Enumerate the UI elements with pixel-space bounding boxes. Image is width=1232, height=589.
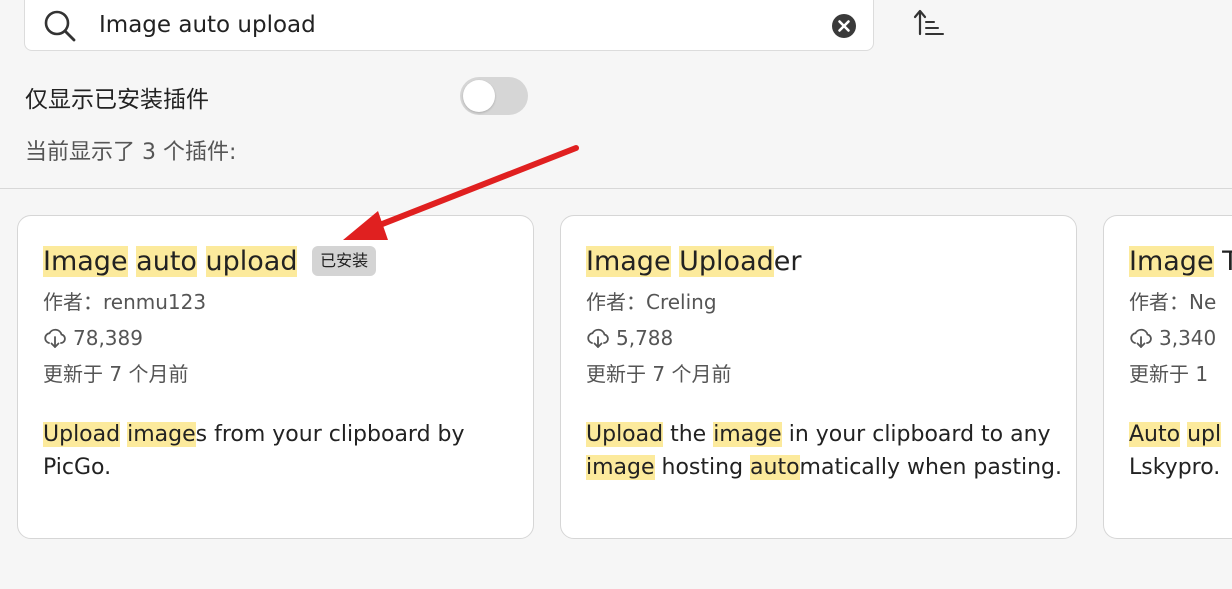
desc-part: auto — [750, 455, 800, 480]
title-part — [197, 246, 206, 277]
plugin-description: Upload the image in your clipboard to an… — [586, 418, 1066, 484]
installed-badge: 已安装 — [312, 246, 377, 276]
plugin-downloads: 78,389 — [43, 320, 523, 356]
results-count: 当前显示了 3 个插件: — [25, 140, 237, 165]
search-box[interactable] — [24, 0, 874, 51]
desc-part: Upload — [586, 422, 664, 447]
plugin-updated: 更新于 7 个月前 — [43, 362, 189, 386]
title-part: T — [1214, 246, 1232, 277]
title-part — [671, 246, 680, 277]
plugin-updated: 更新于 7 个月前 — [586, 362, 732, 386]
search-input[interactable] — [99, 5, 799, 45]
clear-icon[interactable] — [831, 13, 857, 39]
title-part: Image — [43, 246, 128, 277]
plugin-description: Upload images from your clipboard by Pic… — [43, 418, 523, 484]
desc-part: Lskypro. — [1129, 455, 1221, 480]
title-part: Image — [1129, 246, 1214, 277]
desc-part: hosting — [654, 455, 751, 480]
desc-part: Auto — [1129, 422, 1181, 447]
plugin-downloads: 5,788 — [586, 320, 1066, 356]
desc-part: image — [713, 422, 782, 447]
download-count: 5,788 — [616, 326, 674, 350]
download-cloud-icon — [587, 328, 609, 348]
download-count: 3,340 — [1159, 326, 1217, 350]
desc-part: in your clipboard to any — [781, 422, 1051, 447]
desc-part: the — [663, 422, 714, 447]
desc-part: image — [586, 455, 655, 480]
desc-part: matically when pasting. — [799, 455, 1062, 480]
toggle-knob — [463, 80, 495, 112]
desc-part: Upload — [43, 422, 121, 447]
title-part: upload — [205, 246, 298, 277]
desc-part: upl — [1187, 422, 1222, 447]
desc-part: image — [127, 422, 196, 447]
plugin-title: Image Uploader — [586, 240, 1066, 284]
plugin-card[interactable]: Image Uploader 作者：Creling 5,788 更新于 7 个月… — [560, 215, 1077, 539]
title-part: Upload — [679, 246, 774, 277]
download-cloud-icon — [44, 328, 66, 348]
plugin-card[interactable]: Image T 作者：Ne 3,340 更新于 1 Auto upl Lskyp… — [1103, 215, 1232, 539]
plugin-card[interactable]: Image auto upload 已安装 作者：renmu123 78,389… — [17, 215, 534, 539]
title-part: er — [773, 246, 802, 277]
title-part: Image — [586, 246, 671, 277]
title-part — [128, 246, 137, 277]
title-part: auto — [136, 246, 197, 277]
plugin-author: 作者：Ne — [1129, 290, 1217, 314]
divider — [0, 188, 1232, 189]
plugin-author: 作者：Creling — [586, 290, 717, 314]
installed-only-label: 仅显示已安装插件 — [25, 87, 209, 113]
plugin-title: Image auto upload 已安装 — [43, 240, 523, 284]
installed-only-toggle[interactable] — [460, 77, 528, 115]
plugin-updated: 更新于 1 — [1129, 362, 1209, 386]
sort-ascending-icon[interactable] — [912, 6, 946, 40]
plugin-author: 作者：renmu123 — [43, 290, 207, 314]
search-icon — [44, 10, 76, 42]
plugin-title: Image T — [1129, 240, 1232, 284]
plugin-downloads: 3,340 — [1129, 320, 1232, 356]
download-cloud-icon — [1130, 328, 1152, 348]
download-count: 78,389 — [73, 326, 143, 350]
plugin-description: Auto upl Lskypro. — [1129, 418, 1232, 484]
